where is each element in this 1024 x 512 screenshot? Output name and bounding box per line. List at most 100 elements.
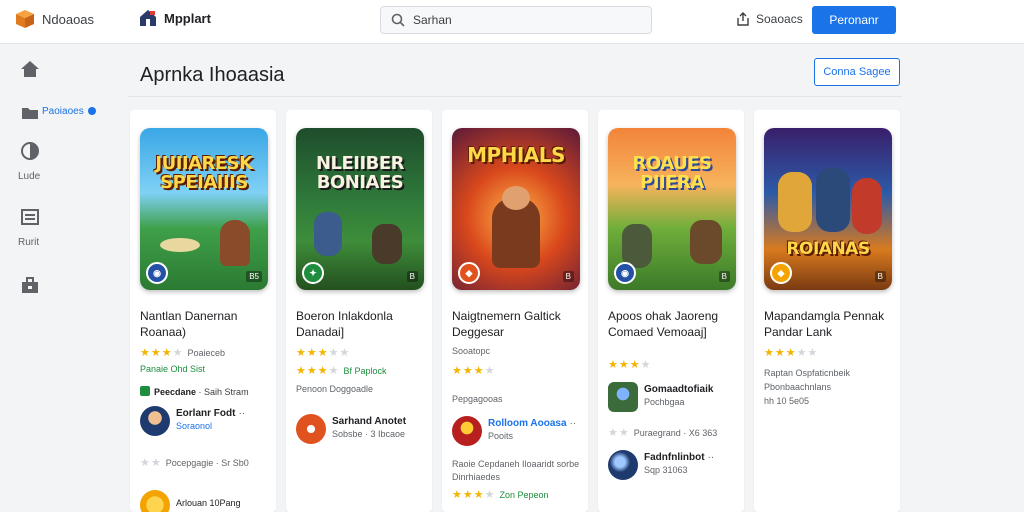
publisher-logo: ✦ xyxy=(302,262,324,284)
sidebar-item-label: Paoiaoes xyxy=(42,106,96,117)
home-icon xyxy=(21,61,39,77)
briefcase-icon xyxy=(22,277,38,293)
cover-title: NLEIIBER BONIAES xyxy=(315,153,405,193)
publisher-logo: ◆ xyxy=(770,262,792,284)
publisher-logo: ◉ xyxy=(614,262,636,284)
age-rating: B xyxy=(718,271,730,282)
rating-stars-secondary: ★★★★ Bf Paplock xyxy=(296,365,387,377)
game-card[interactable]: NLEIIBER BONIAES ✦ B Boeron Inlakdonla D… xyxy=(286,110,432,512)
avatar xyxy=(452,416,482,446)
top-link[interactable]: Soaoacs xyxy=(736,12,803,26)
description: Raoie Cepdaneh Iloaaridt sorbe Dinrhiaed… xyxy=(452,459,580,482)
top-link-label: Soaoacs xyxy=(756,12,803,26)
character-figure xyxy=(778,172,812,232)
rating-stars: ★★★★ xyxy=(608,359,652,371)
game-title[interactable]: Boeron Inlakdonla Danadai] xyxy=(296,308,428,340)
rating-stars: ★★★★★ xyxy=(764,347,819,359)
main-panel: Aprnka Ihoaasia Conna Sagee JUIIARESK SP… xyxy=(128,52,902,512)
game-cover[interactable]: ROIANAS ◆ B xyxy=(764,128,892,290)
rating-stars-secondary: ★★ Pocepgagie · Sr Sb0 xyxy=(140,457,249,469)
search-box[interactable] xyxy=(380,6,652,34)
character-head xyxy=(502,186,530,210)
search-input[interactable] xyxy=(413,13,633,27)
sidebar-item-label: Lude xyxy=(18,171,41,182)
user-name: Arlouan 10Pang xyxy=(176,498,241,508)
user-name: Rolloom Aooasa ·· xyxy=(488,418,577,429)
rating-stars-secondary: ★★ Puraegrand · X6 363 xyxy=(608,427,718,439)
character-figure xyxy=(220,220,250,266)
page-title: Aprnka Ihoaasia xyxy=(140,64,285,86)
active-dot xyxy=(87,107,96,116)
rating-stars: ★★★★ xyxy=(452,365,496,377)
divider xyxy=(128,96,902,97)
user-sub: Pooits xyxy=(488,431,514,441)
user-name: Gomaadtofiaik xyxy=(644,384,714,395)
avatar xyxy=(608,382,638,412)
avatar xyxy=(140,406,170,436)
user-sub: Pochbgaa xyxy=(644,397,685,407)
folder-icon xyxy=(22,108,38,119)
brand-name-secondary: Mpplart xyxy=(164,10,211,26)
user-row[interactable]: Sarhand Anotet Sobsbe · 3 Ibcaoe xyxy=(296,414,428,446)
user-row[interactable]: Gomaadtofiaik Pochbgaa xyxy=(608,382,740,414)
game-cover[interactable]: JUIIARESK SPEIAIIIS ◉ B5 xyxy=(140,128,268,290)
publisher-logo: ◉ xyxy=(146,262,168,284)
beach-shape xyxy=(160,238,200,252)
character-figure xyxy=(314,212,342,256)
brand-logo-primary[interactable]: Ndoaoas xyxy=(14,8,94,30)
avatar xyxy=(140,490,170,512)
age-rating: B5 xyxy=(246,271,262,282)
game-title[interactable]: Naigtnemern Galtick Deggesar xyxy=(452,308,584,340)
character-figure xyxy=(816,168,850,232)
age-rating: B xyxy=(406,271,418,282)
brand-line: Peecdane · Saih Stram xyxy=(140,386,249,397)
brand-logo-secondary[interactable]: Mpplart xyxy=(138,8,211,28)
meta-line: hh 10 5e05 xyxy=(764,396,810,406)
user-sub: Sqp 31063 xyxy=(644,465,688,475)
user-name: Eorlanr Fodt ·· xyxy=(176,408,246,419)
character-figure xyxy=(372,224,402,264)
meta-line: Penoon Doggoadle xyxy=(296,384,374,394)
age-rating: B xyxy=(562,271,574,282)
user-sub: Soraonol xyxy=(176,421,213,431)
user-row[interactable]: Eorlanr Fodt ·· Soraonol xyxy=(140,406,272,438)
game-title[interactable]: Apoos ohak Jaoreng Comaed Vemoaaj] xyxy=(608,308,740,340)
meta-line: Pbonbaachnlans xyxy=(764,382,832,392)
meta-line: Pepgagooas xyxy=(452,394,503,404)
secondary-button[interactable]: Conna Sagee xyxy=(814,58,900,86)
primary-button[interactable]: Peronanr xyxy=(812,6,896,34)
cover-title: JUIIARESK SPEIAIIIS xyxy=(155,153,253,193)
game-title[interactable]: Nantlan Danernan Roanaa) xyxy=(140,308,272,340)
cover-title: MPHIALS xyxy=(467,143,565,167)
game-card[interactable]: ROIANAS ◆ B Mapandamgla Pennak Pandar La… xyxy=(754,110,900,512)
sidebar-item-label: Rurit xyxy=(18,237,40,248)
character-figure xyxy=(852,178,882,234)
game-title[interactable]: Mapandamgla Pennak Pandar Lank xyxy=(764,308,896,340)
user-row[interactable]: Arlouan 10Pang xyxy=(140,490,272,512)
game-cover[interactable]: MPHIALS ◆ B xyxy=(452,128,580,290)
character-figure xyxy=(690,220,722,264)
rating-meta: Poaieceb xyxy=(187,348,225,358)
cover-title: ROIANAS xyxy=(786,239,870,259)
cover-title: ROAUES PIIERA xyxy=(632,153,712,193)
rating-stars: ★★★★ Poaieceb xyxy=(140,347,225,359)
user-name: Sarhand Anotet xyxy=(332,416,407,427)
game-cover[interactable]: ROAUES PIIERA ◉ B xyxy=(608,128,736,290)
top-bar: Ndoaoas Mpplart Soaoacs Peronanr xyxy=(0,0,1024,44)
brand-square-icon xyxy=(140,386,150,396)
list-icon xyxy=(21,209,39,225)
cube-icon xyxy=(16,10,34,28)
avatar xyxy=(296,414,326,444)
rating-stars: ★★★★★ xyxy=(296,347,351,359)
publisher-logo: ◆ xyxy=(458,262,480,284)
avatar xyxy=(608,450,638,480)
user-row[interactable]: Fadnfnlinbot ·· Sqp 31063 xyxy=(608,450,740,482)
user-row[interactable]: Rolloom Aooasa ·· Pooits xyxy=(452,416,584,448)
game-card[interactable]: JUIIARESK SPEIAIIIS ◉ B5 Nantlan Danerna… xyxy=(130,110,276,512)
game-card[interactable]: ROAUES PIIERA ◉ B Apoos ohak Jaoreng Com… xyxy=(598,110,744,512)
meta-line: Sooatopc xyxy=(452,346,491,356)
game-cover[interactable]: NLEIIBER BONIAES ✦ B xyxy=(296,128,424,290)
search-icon xyxy=(391,13,405,27)
share-icon xyxy=(737,12,749,26)
game-card[interactable]: MPHIALS ◆ B Naigtnemern Galtick Deggesar… xyxy=(442,110,588,512)
